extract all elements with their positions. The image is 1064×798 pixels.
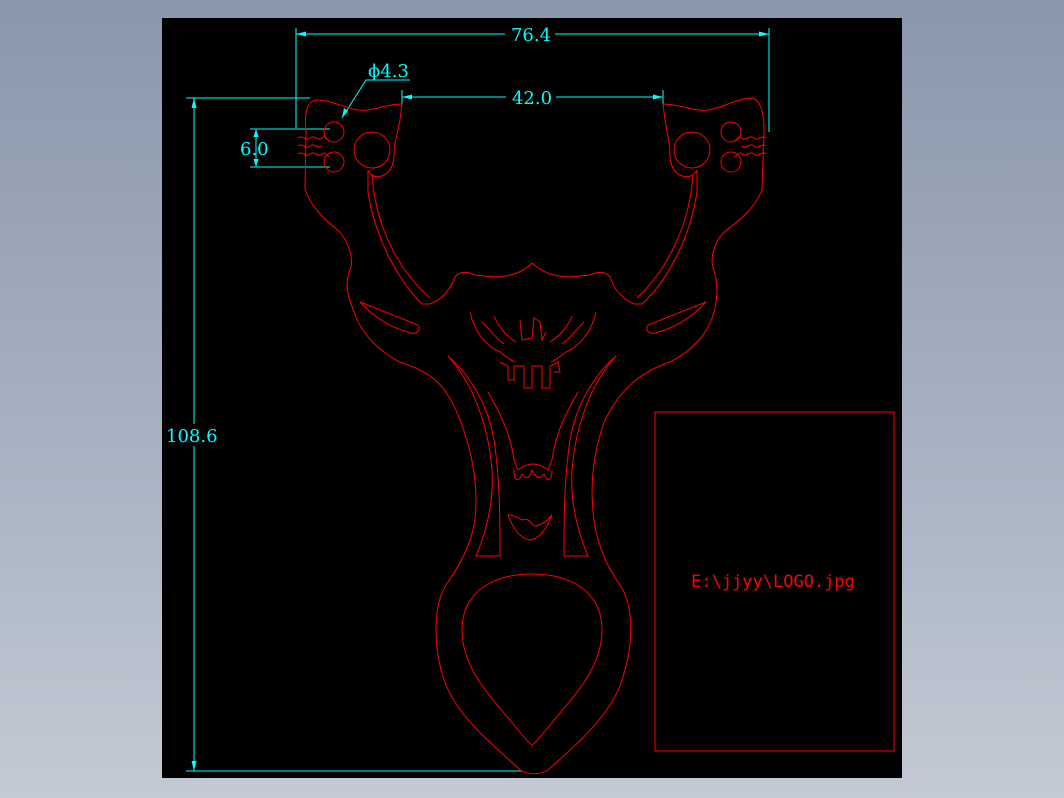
cad-viewport[interactable]: 76.4 42.0 ϕ4.3 6.0 108.6 E:\jjyy\LOGO.jp…: [0, 0, 1064, 798]
slot-height-label: 6.0: [240, 139, 269, 160]
overall-height-label: 108.6: [166, 426, 218, 447]
drawing-sheet: [162, 18, 902, 778]
inner-gap-label: 42.0: [512, 88, 552, 109]
overall-width-label: 76.4: [511, 25, 551, 46]
logo-file-path: E:\jjyy\LOGO.jpg: [691, 572, 855, 592]
hole-diameter-label: ϕ4.3: [368, 61, 409, 82]
